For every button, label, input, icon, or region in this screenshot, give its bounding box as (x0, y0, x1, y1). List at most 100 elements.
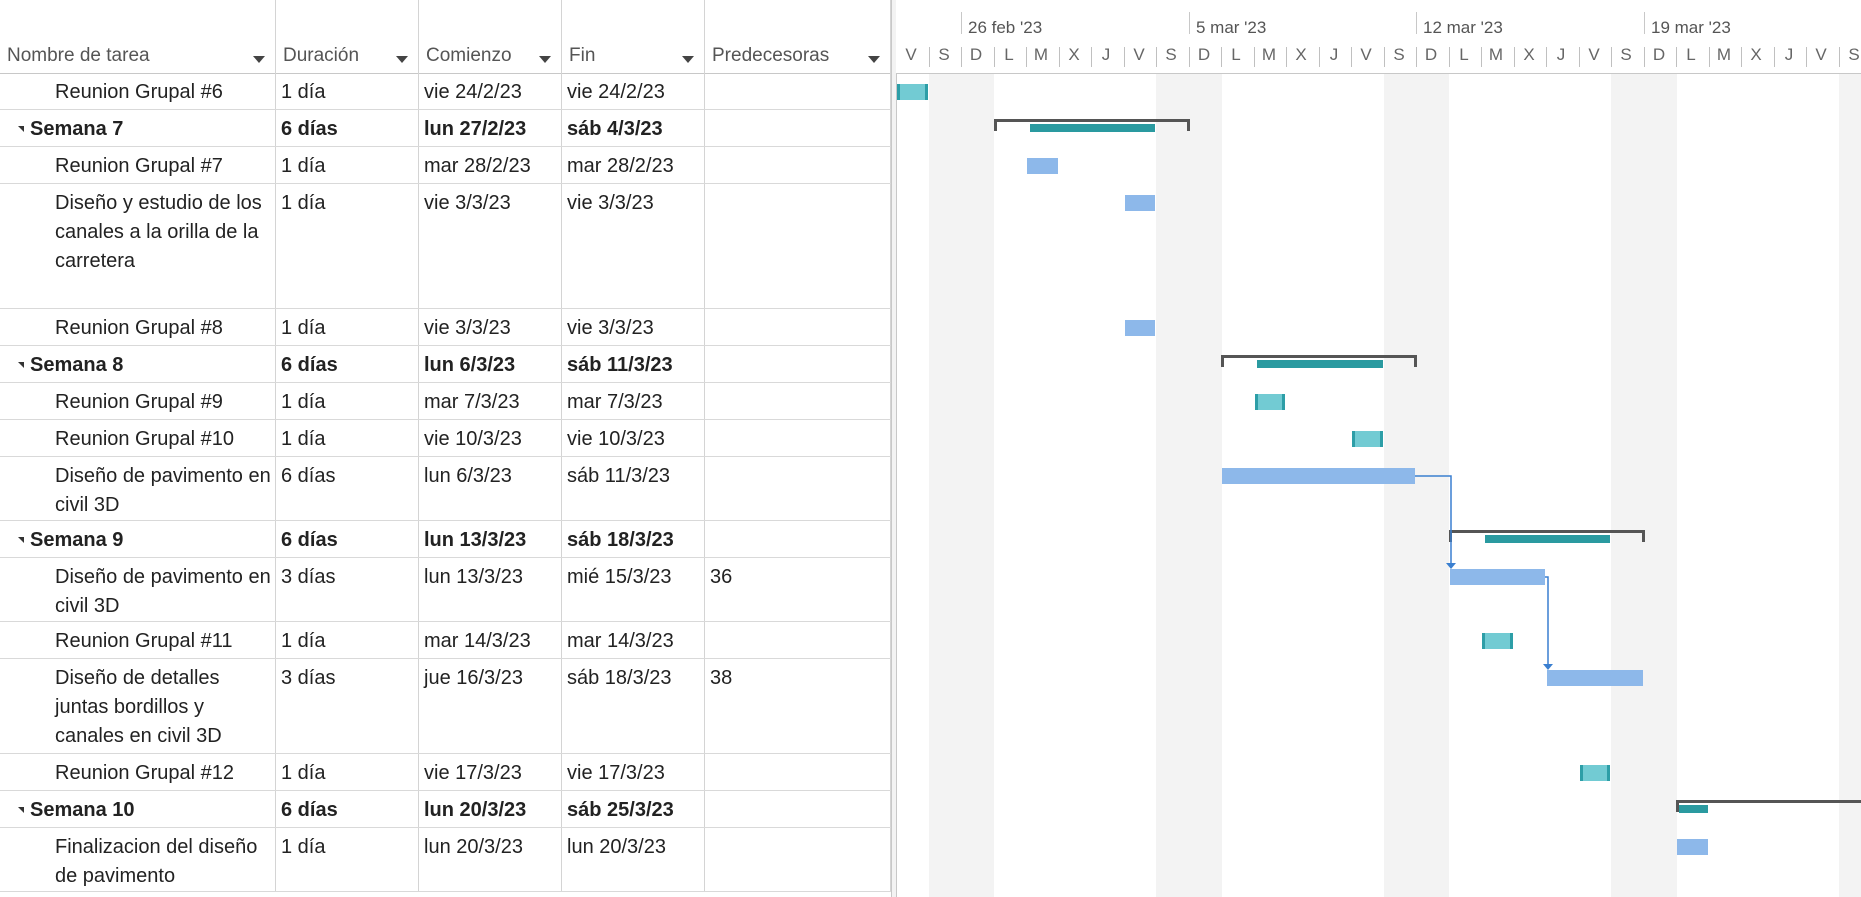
cell-duration[interactable]: 1 día (276, 73, 419, 109)
cell-start[interactable]: vie 3/3/23 (419, 309, 562, 345)
cell-start[interactable]: jue 16/3/23 (419, 659, 562, 753)
column-header-predecessors[interactable]: Predecesoras (705, 0, 891, 73)
cell-pred[interactable] (705, 346, 891, 382)
cell-start[interactable]: mar 28/2/23 (419, 147, 562, 183)
cell-duration[interactable]: 1 día (276, 420, 419, 456)
cell-start[interactable]: lun 20/3/23 (419, 791, 562, 827)
collapse-triangle-icon[interactable] (18, 126, 24, 132)
cell-pred[interactable] (705, 521, 891, 557)
cell-name[interactable]: Reunion Grupal #9 (0, 383, 276, 419)
cell-duration[interactable]: 3 días (276, 659, 419, 753)
cell-duration[interactable]: 6 días (276, 791, 419, 827)
summary-task-row[interactable]: Semana 7 6 días lun 27/2/23 sáb 4/3/23 (0, 110, 893, 147)
cell-name[interactable]: Reunion Grupal #11 (0, 622, 276, 658)
dependency-link[interactable] (1415, 475, 1452, 565)
cell-pred[interactable] (705, 622, 891, 658)
summary-task-row[interactable]: Semana 10 6 días lun 20/3/23 sáb 25/3/23 (0, 791, 893, 828)
task-row[interactable]: Reunion Grupal #9 1 día mar 7/3/23 mar 7/3/… (0, 383, 893, 420)
column-header-task-name[interactable]: Nombre de tarea (0, 0, 276, 73)
cell-duration[interactable]: 6 días (276, 110, 419, 146)
cell-duration[interactable]: 1 día (276, 622, 419, 658)
cell-pred[interactable] (705, 457, 891, 520)
cell-start[interactable]: mar 14/3/23 (419, 622, 562, 658)
chevron-down-icon[interactable] (396, 56, 408, 63)
cell-end[interactable]: vie 17/3/23 (562, 754, 705, 790)
cell-start[interactable]: lun 6/3/23 (419, 346, 562, 382)
task-row[interactable]: Finalizacion del diseño de pavimento 1 dí… (0, 828, 893, 892)
cell-name[interactable]: Reunion Grupal #10 (0, 420, 276, 456)
cell-duration[interactable]: 6 días (276, 346, 419, 382)
cell-end[interactable]: lun 20/3/23 (562, 828, 705, 891)
cell-duration[interactable]: 3 días (276, 558, 419, 621)
cell-duration[interactable]: 1 día (276, 828, 419, 891)
dependency-link[interactable] (1545, 576, 1549, 666)
cell-end[interactable]: mar 28/2/23 (562, 147, 705, 183)
chevron-down-icon[interactable] (868, 56, 880, 63)
cell-start[interactable]: vie 10/3/23 (419, 420, 562, 456)
chevron-down-icon[interactable] (539, 56, 551, 63)
cell-pred[interactable] (705, 420, 891, 456)
task-row[interactable]: Reunion Grupal #7 1 día mar 28/2/23 mar 28/… (0, 147, 893, 184)
cell-pred[interactable] (705, 73, 891, 109)
cell-start[interactable]: lun 27/2/23 (419, 110, 562, 146)
cell-name[interactable]: Diseño de pavimento en civil 3D (0, 457, 276, 520)
cell-pred[interactable] (705, 754, 891, 790)
cell-pred[interactable] (705, 383, 891, 419)
task-row[interactable]: Diseño y estudio de los canales a la ori… (0, 184, 893, 309)
cell-name[interactable]: Diseño de detalles juntas bordillos y ca… (0, 659, 276, 753)
cell-pred[interactable] (705, 828, 891, 891)
cell-end[interactable]: mar 7/3/23 (562, 383, 705, 419)
cell-duration[interactable]: 1 día (276, 383, 419, 419)
cell-end[interactable]: sáb 11/3/23 (562, 346, 705, 382)
cell-name[interactable]: Finalizacion del diseño de pavimento (0, 828, 276, 891)
column-header-finish[interactable]: Fin (562, 0, 705, 73)
cell-end[interactable]: sáb 18/3/23 (562, 659, 705, 753)
cell-end[interactable]: vie 3/3/23 (562, 309, 705, 345)
cell-duration[interactable]: 6 días (276, 521, 419, 557)
cell-name[interactable]: Semana 9 (0, 521, 276, 557)
cell-duration[interactable]: 1 día (276, 754, 419, 790)
cell-start[interactable]: vie 24/2/23 (419, 73, 562, 109)
cell-end[interactable]: sáb 11/3/23 (562, 457, 705, 520)
task-row[interactable]: Diseño de pavimento en civil 3D 6 días lun… (0, 457, 893, 521)
cell-name[interactable]: Semana 8 (0, 346, 276, 382)
cell-name[interactable]: Reunion Grupal #7 (0, 147, 276, 183)
cell-end[interactable]: sáb 4/3/23 (562, 110, 705, 146)
column-header-duration[interactable]: Duración (276, 0, 419, 73)
task-row[interactable]: Reunion Grupal #8 1 día vie 3/3/23 vie 3/3/… (0, 309, 893, 346)
chevron-down-icon[interactable] (682, 56, 694, 63)
summary-task-row[interactable]: Semana 9 6 días lun 13/3/23 sáb 18/3/23 (0, 521, 893, 558)
cell-duration[interactable]: 1 día (276, 184, 419, 308)
cell-name[interactable]: Reunion Grupal #8 (0, 309, 276, 345)
cell-start[interactable]: lun 20/3/23 (419, 828, 562, 891)
cell-pred[interactable]: 36 (705, 558, 891, 621)
cell-name[interactable]: Reunion Grupal #12 (0, 754, 276, 790)
cell-pred[interactable] (705, 184, 891, 308)
cell-pred[interactable] (705, 791, 891, 827)
cell-end[interactable]: mar 14/3/23 (562, 622, 705, 658)
cell-end[interactable]: mié 15/3/23 (562, 558, 705, 621)
cell-pred[interactable] (705, 309, 891, 345)
cell-pred[interactable]: 38 (705, 659, 891, 753)
cell-start[interactable]: vie 3/3/23 (419, 184, 562, 308)
cell-name[interactable]: Semana 7 (0, 110, 276, 146)
collapse-triangle-icon[interactable] (18, 807, 24, 813)
cell-end[interactable]: sáb 25/3/23 (562, 791, 705, 827)
cell-name[interactable]: Reunion Grupal #6 (0, 73, 276, 109)
cell-pred[interactable] (705, 147, 891, 183)
cell-end[interactable]: vie 3/3/23 (562, 184, 705, 308)
cell-start[interactable]: lun 6/3/23 (419, 457, 562, 520)
task-row[interactable]: Reunion Grupal #11 1 día mar 14/3/23 mar 14… (0, 622, 893, 659)
cell-duration[interactable]: 1 día (276, 309, 419, 345)
cell-name[interactable]: Diseño y estudio de los canales a la ori… (0, 184, 276, 308)
collapse-triangle-icon[interactable] (18, 362, 24, 368)
task-row[interactable]: Diseño de pavimento en civil 3D 3 días lun… (0, 558, 893, 622)
cell-start[interactable]: vie 17/3/23 (419, 754, 562, 790)
task-row[interactable]: Reunion Grupal #6 1 día vie 24/2/23 vie 24/… (0, 73, 893, 110)
task-row[interactable]: Reunion Grupal #12 1 día vie 17/3/23 vie 17… (0, 754, 893, 791)
cell-end[interactable]: sáb 18/3/23 (562, 521, 705, 557)
cell-duration[interactable]: 6 días (276, 457, 419, 520)
cell-start[interactable]: lun 13/3/23 (419, 558, 562, 621)
collapse-triangle-icon[interactable] (18, 537, 24, 543)
chevron-down-icon[interactable] (253, 56, 265, 63)
